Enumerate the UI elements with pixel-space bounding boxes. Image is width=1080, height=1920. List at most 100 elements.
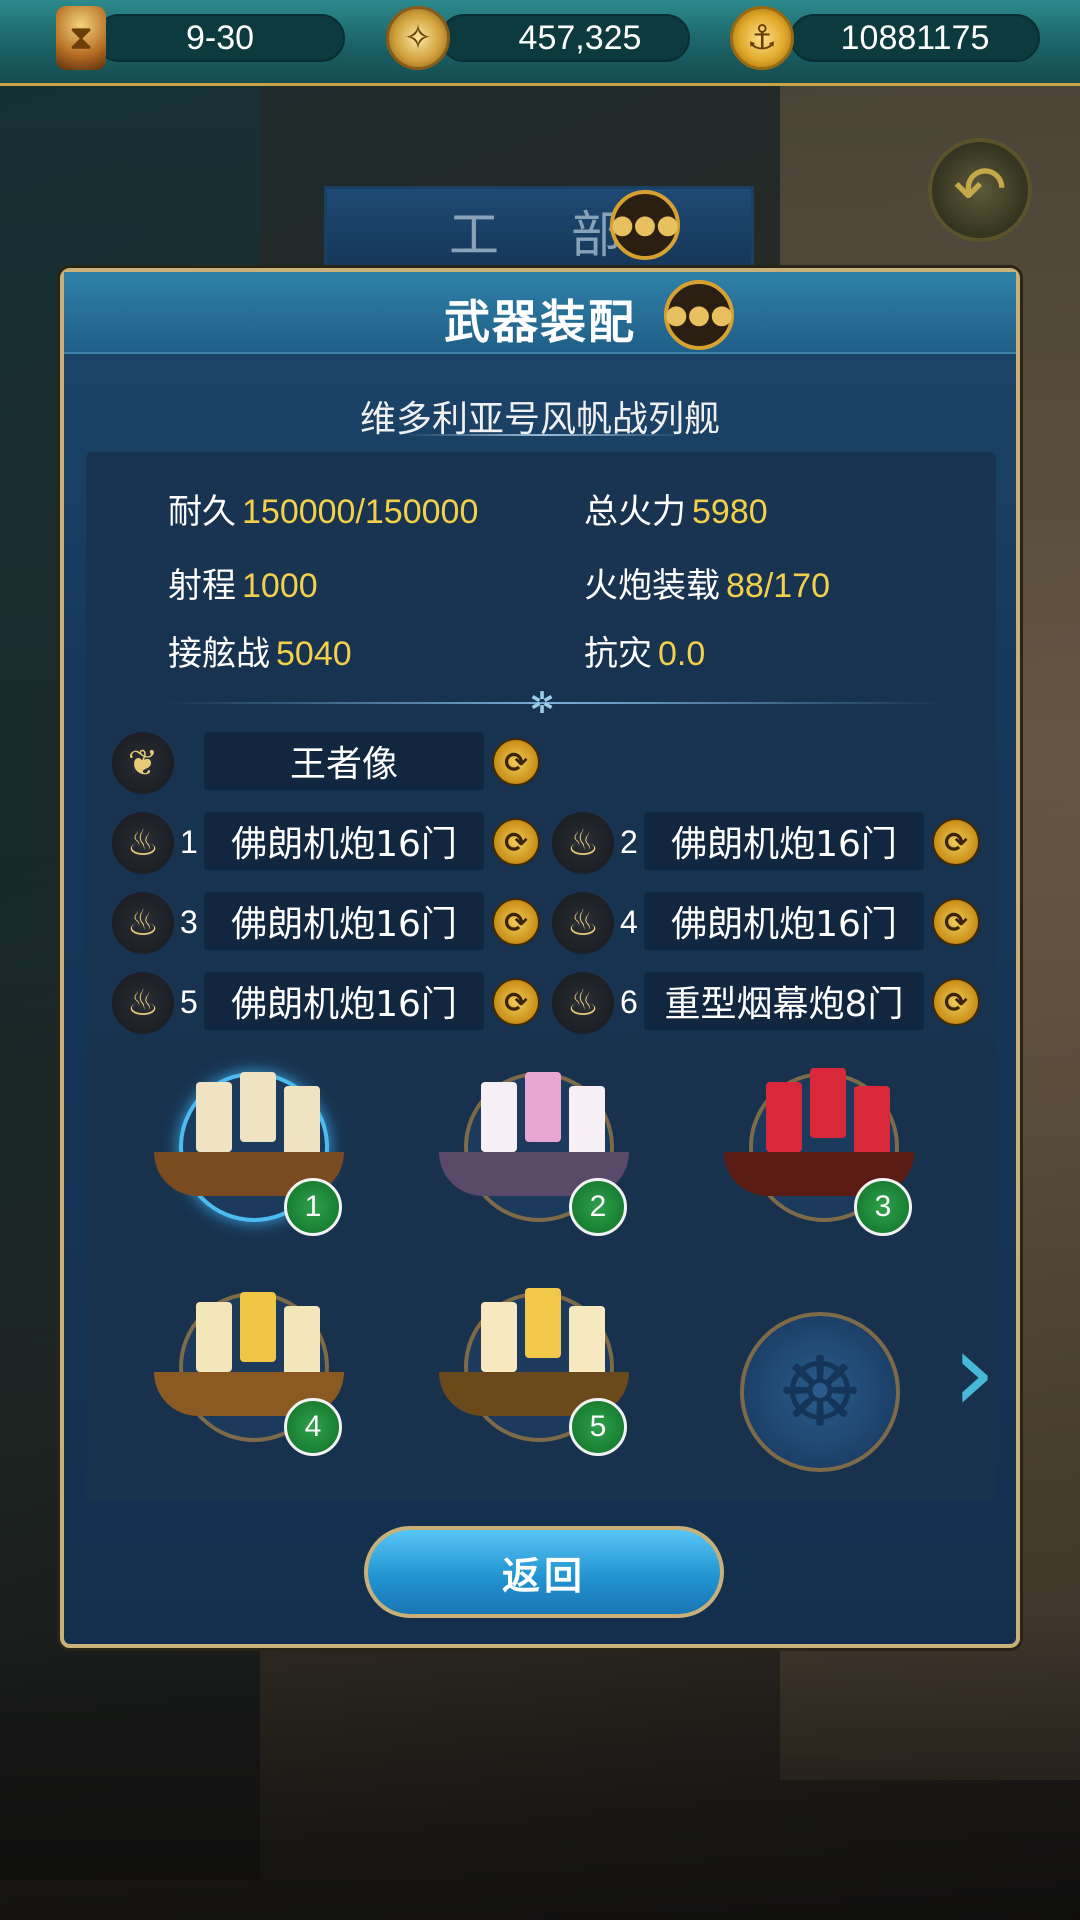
ship-badge: 4 <box>284 1398 342 1456</box>
stat-label: 总火力 <box>584 492 686 532</box>
figurehead-name: 王者像 <box>289 744 398 785</box>
back-arrow-icon[interactable]: ↶ <box>928 138 1032 242</box>
fleet-ship-3[interactable]: 3 <box>714 1042 924 1242</box>
stat-label: 耐久 <box>168 492 236 532</box>
department-banner: 工 部 <box>324 186 754 276</box>
cannon-slot-number: 6 <box>620 984 638 1020</box>
cannon-slot-3[interactable]: 佛朗机炮16门 <box>204 892 484 950</box>
stat-value: 88/170 <box>726 567 830 605</box>
divider-ornament-icon: ✲ <box>529 686 555 721</box>
cannon-icon: ♨ <box>552 812 614 874</box>
chat-bubble-icon[interactable]: ●●● <box>610 190 680 260</box>
ship-name-underline <box>404 434 684 436</box>
ship-sail <box>810 1068 846 1138</box>
chat-bubble-icon[interactable]: ●●● <box>664 280 734 350</box>
date-display: 9-30 <box>95 14 345 62</box>
next-page-arrow-icon[interactable]: › <box>944 1272 1004 1472</box>
fleet-ship-1[interactable]: 1 <box>144 1042 354 1242</box>
ship-sail <box>284 1306 320 1376</box>
ship-badge: 1 <box>284 1178 342 1236</box>
cannon-name: 重型烟幕炮8门 <box>664 984 904 1025</box>
stat-boarding: 接舷战 5040 <box>168 626 352 675</box>
cannon-name: 佛朗机炮16门 <box>231 984 457 1025</box>
cannon-name: 佛朗机炮16门 <box>671 904 897 945</box>
stat-range: 射程 1000 <box>168 558 318 607</box>
swap-icon[interactable]: ⟳ <box>492 818 540 866</box>
ship-badge: 3 <box>854 1178 912 1236</box>
cannon-name: 佛朗机炮16门 <box>671 824 897 865</box>
anchor-coin-icon: ⚓ <box>730 6 794 70</box>
ship-badge: 2 <box>569 1178 627 1236</box>
swap-icon[interactable]: ⟳ <box>932 978 980 1026</box>
ship-sail <box>196 1082 232 1152</box>
cannon-slot-2[interactable]: 佛朗机炮16门 <box>644 812 924 870</box>
stat-value: 1000 <box>242 567 318 605</box>
cannon-slot-5[interactable]: 佛朗机炮16门 <box>204 972 484 1030</box>
gold-value: 10881175 <box>840 18 990 57</box>
ship-sail <box>766 1082 802 1152</box>
stat-cannon-load: 火炮装载 88/170 <box>584 558 830 607</box>
cannon-slot-number: 4 <box>620 904 638 940</box>
cannon-icon: ♨ <box>552 972 614 1034</box>
ship-badge: 5 <box>569 1398 627 1456</box>
ship-sail <box>284 1086 320 1156</box>
stat-disaster-resist: 抗灾 0.0 <box>584 626 705 675</box>
panel-title: 武器装配 <box>444 295 636 349</box>
cannon-slot-number: 3 <box>180 904 198 940</box>
return-label: 返回 <box>501 1553 586 1598</box>
cannon-icon: ♨ <box>552 892 614 954</box>
stat-value: 150000/150000 <box>242 493 479 531</box>
ship-sail <box>569 1306 605 1376</box>
compass-icon: ✧ <box>386 6 450 70</box>
weapon-equip-panel: 武器装配 ●●● 维多利亚号风帆战列舰 耐久 150000/150000 总火力 5… <box>60 268 1020 1648</box>
cannon-slot-number: 5 <box>180 984 198 1020</box>
stat-firepower: 总火力 5980 <box>584 484 768 533</box>
stat-durability: 耐久 150000/150000 <box>168 484 478 533</box>
cannon-slot-number: 2 <box>620 824 638 860</box>
cannon-name: 佛朗机炮16门 <box>231 904 457 945</box>
ship-sail <box>854 1086 890 1156</box>
stat-value: 0.0 <box>658 635 706 673</box>
ship-sail <box>525 1288 561 1358</box>
cannon-name: 佛朗机炮16门 <box>231 824 457 865</box>
stat-label: 接舷战 <box>168 634 270 674</box>
ship-sail <box>569 1086 605 1156</box>
figurehead-slot[interactable]: 王者像 <box>204 732 484 790</box>
cannon-slot-1[interactable]: 佛朗机炮16门 <box>204 812 484 870</box>
swap-icon[interactable]: ⟳ <box>492 978 540 1026</box>
cannon-slot-4[interactable]: 佛朗机炮16门 <box>644 892 924 950</box>
ship-sail <box>481 1082 517 1152</box>
background-bottom <box>0 1620 1080 1920</box>
fleet-ship-5[interactable]: 5 <box>429 1262 639 1462</box>
empty-fleet-slot[interactable]: ☸ <box>740 1312 900 1472</box>
ship-sail <box>525 1072 561 1142</box>
ship-sail <box>196 1302 232 1372</box>
ship-sail <box>240 1072 276 1142</box>
gold-resource: 10881175 <box>790 14 1040 62</box>
wings-icon: ❦ <box>112 732 174 794</box>
swap-icon[interactable]: ⟳ <box>932 898 980 946</box>
stat-label: 射程 <box>168 566 236 606</box>
stat-label: 火炮装载 <box>584 566 720 606</box>
cannon-slot-number: 1 <box>180 824 198 860</box>
fleet-ship-4[interactable]: 4 <box>144 1262 354 1462</box>
top-resource-bar: 9-30 457,325 10881175 ⧗ ✧ ⚓ <box>0 0 1080 86</box>
return-button[interactable]: 返回 <box>364 1526 724 1618</box>
stat-label: 抗灾 <box>584 634 652 674</box>
cannon-icon: ♨ <box>112 972 174 1034</box>
cannon-icon: ♨ <box>112 892 174 954</box>
cannon-slot-6[interactable]: 重型烟幕炮8门 <box>644 972 924 1030</box>
ship-sail <box>481 1302 517 1372</box>
swap-icon[interactable]: ⟳ <box>932 818 980 866</box>
compass-resource: 457,325 <box>440 14 690 62</box>
swap-icon[interactable]: ⟳ <box>492 738 540 786</box>
stat-value: 5980 <box>692 493 768 531</box>
fleet-ship-2[interactable]: 2 <box>429 1042 639 1242</box>
date-value: 9-30 <box>185 18 255 57</box>
swap-icon[interactable]: ⟳ <box>492 898 540 946</box>
compass-value: 457,325 <box>518 18 642 57</box>
stat-value: 5040 <box>276 635 352 673</box>
ship-wheel-icon: ☸ <box>776 1336 864 1448</box>
ship-sail <box>240 1292 276 1362</box>
hourglass-icon: ⧗ <box>56 6 106 70</box>
